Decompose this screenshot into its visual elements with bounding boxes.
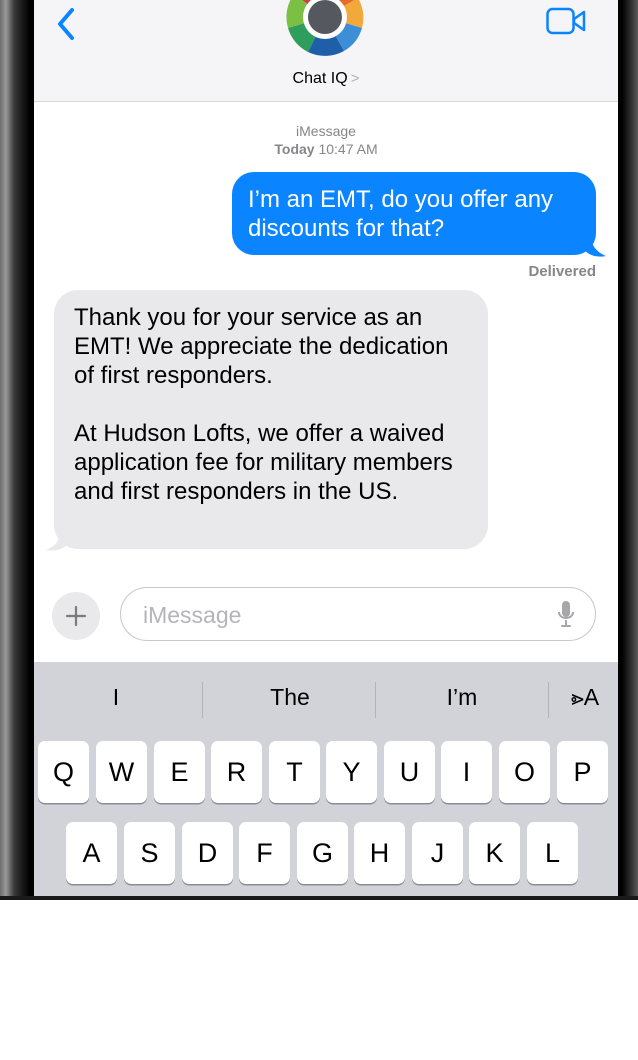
outgoing-message-text: I’m an EMT, do you offer any discounts f…	[248, 186, 554, 242]
contact-name-label: Chat IQ	[292, 70, 348, 87]
key-r[interactable]: R	[211, 741, 262, 803]
text-format-button[interactable]: ⩺A	[560, 684, 610, 711]
key-f[interactable]: F	[239, 822, 290, 884]
thread-timestamp: iMessage Today 10:47 AM	[34, 122, 618, 158]
key-p[interactable]: P	[557, 741, 608, 803]
suggestion-divider	[375, 682, 376, 718]
messages-screen: Chat IQ > iMessage Today 10:47 AM I’m an …	[34, 0, 618, 896]
contact-avatar[interactable]	[286, 0, 364, 56]
suggestion-3[interactable]: I’m	[422, 684, 502, 711]
key-l[interactable]: L	[527, 822, 578, 884]
plus-icon	[65, 605, 87, 627]
chat-iq-logo-icon	[286, 0, 364, 56]
key-d[interactable]: D	[182, 822, 233, 884]
incoming-message-bubble[interactable]: Thank you for your service as an EMT! We…	[54, 290, 488, 549]
chevron-left-icon	[58, 8, 74, 40]
back-button[interactable]	[52, 2, 82, 42]
message-input[interactable]: iMessage	[120, 587, 596, 641]
phone-frame-right	[618, 0, 638, 898]
suggestion-1[interactable]: I	[94, 684, 138, 711]
key-a[interactable]: A	[66, 822, 117, 884]
outgoing-message-bubble[interactable]: I’m an EMT, do you offer any discounts f…	[232, 172, 596, 255]
outgoing-bubble-tail	[582, 232, 606, 257]
suggestion-divider	[202, 682, 203, 718]
key-s[interactable]: S	[124, 822, 175, 884]
key-o[interactable]: O	[499, 741, 550, 803]
key-i[interactable]: I	[441, 741, 492, 803]
suggestion-divider	[548, 682, 549, 718]
key-h[interactable]: H	[354, 822, 405, 884]
key-y[interactable]: Y	[326, 741, 377, 803]
delivery-status: Delivered	[528, 263, 596, 280]
service-label: iMessage	[296, 123, 356, 139]
chevron-right-icon: >	[350, 70, 360, 87]
incoming-message-paragraph: At Hudson Lofts, we offer a waived appli…	[74, 420, 453, 505]
key-j[interactable]: J	[412, 822, 463, 884]
key-q[interactable]: Q	[38, 741, 89, 803]
keyboard: I The I’m ⩺A Q W E R T Y U I O P A S D F…	[34, 662, 618, 896]
suggestion-2[interactable]: The	[250, 684, 330, 711]
time-label: 10:47 AM	[318, 141, 378, 157]
key-t[interactable]: T	[269, 741, 320, 803]
key-e[interactable]: E	[154, 741, 205, 803]
date-time-label: Today 10:47 AM	[34, 140, 618, 158]
apps-plus-button[interactable]	[52, 592, 100, 640]
conversation-header: Chat IQ >	[34, 0, 618, 102]
phone-frame-left	[0, 0, 34, 898]
key-g[interactable]: G	[297, 822, 348, 884]
message-input-placeholder: iMessage	[143, 602, 242, 628]
video-camera-icon	[546, 7, 586, 35]
contact-name[interactable]: Chat IQ >	[34, 70, 618, 88]
key-u[interactable]: U	[384, 741, 435, 803]
key-w[interactable]: W	[96, 741, 147, 803]
facetime-video-button[interactable]	[546, 6, 586, 36]
incoming-bubble-tail	[46, 526, 70, 551]
key-k[interactable]: K	[469, 822, 520, 884]
phone-frame-bottom	[0, 896, 638, 900]
incoming-message-paragraph: Thank you for your service as an EMT! We…	[74, 304, 449, 389]
microphone-icon[interactable]	[557, 600, 575, 628]
day-label: Today	[274, 141, 315, 157]
predictive-text-bar: I The I’m ⩺A	[34, 662, 618, 736]
